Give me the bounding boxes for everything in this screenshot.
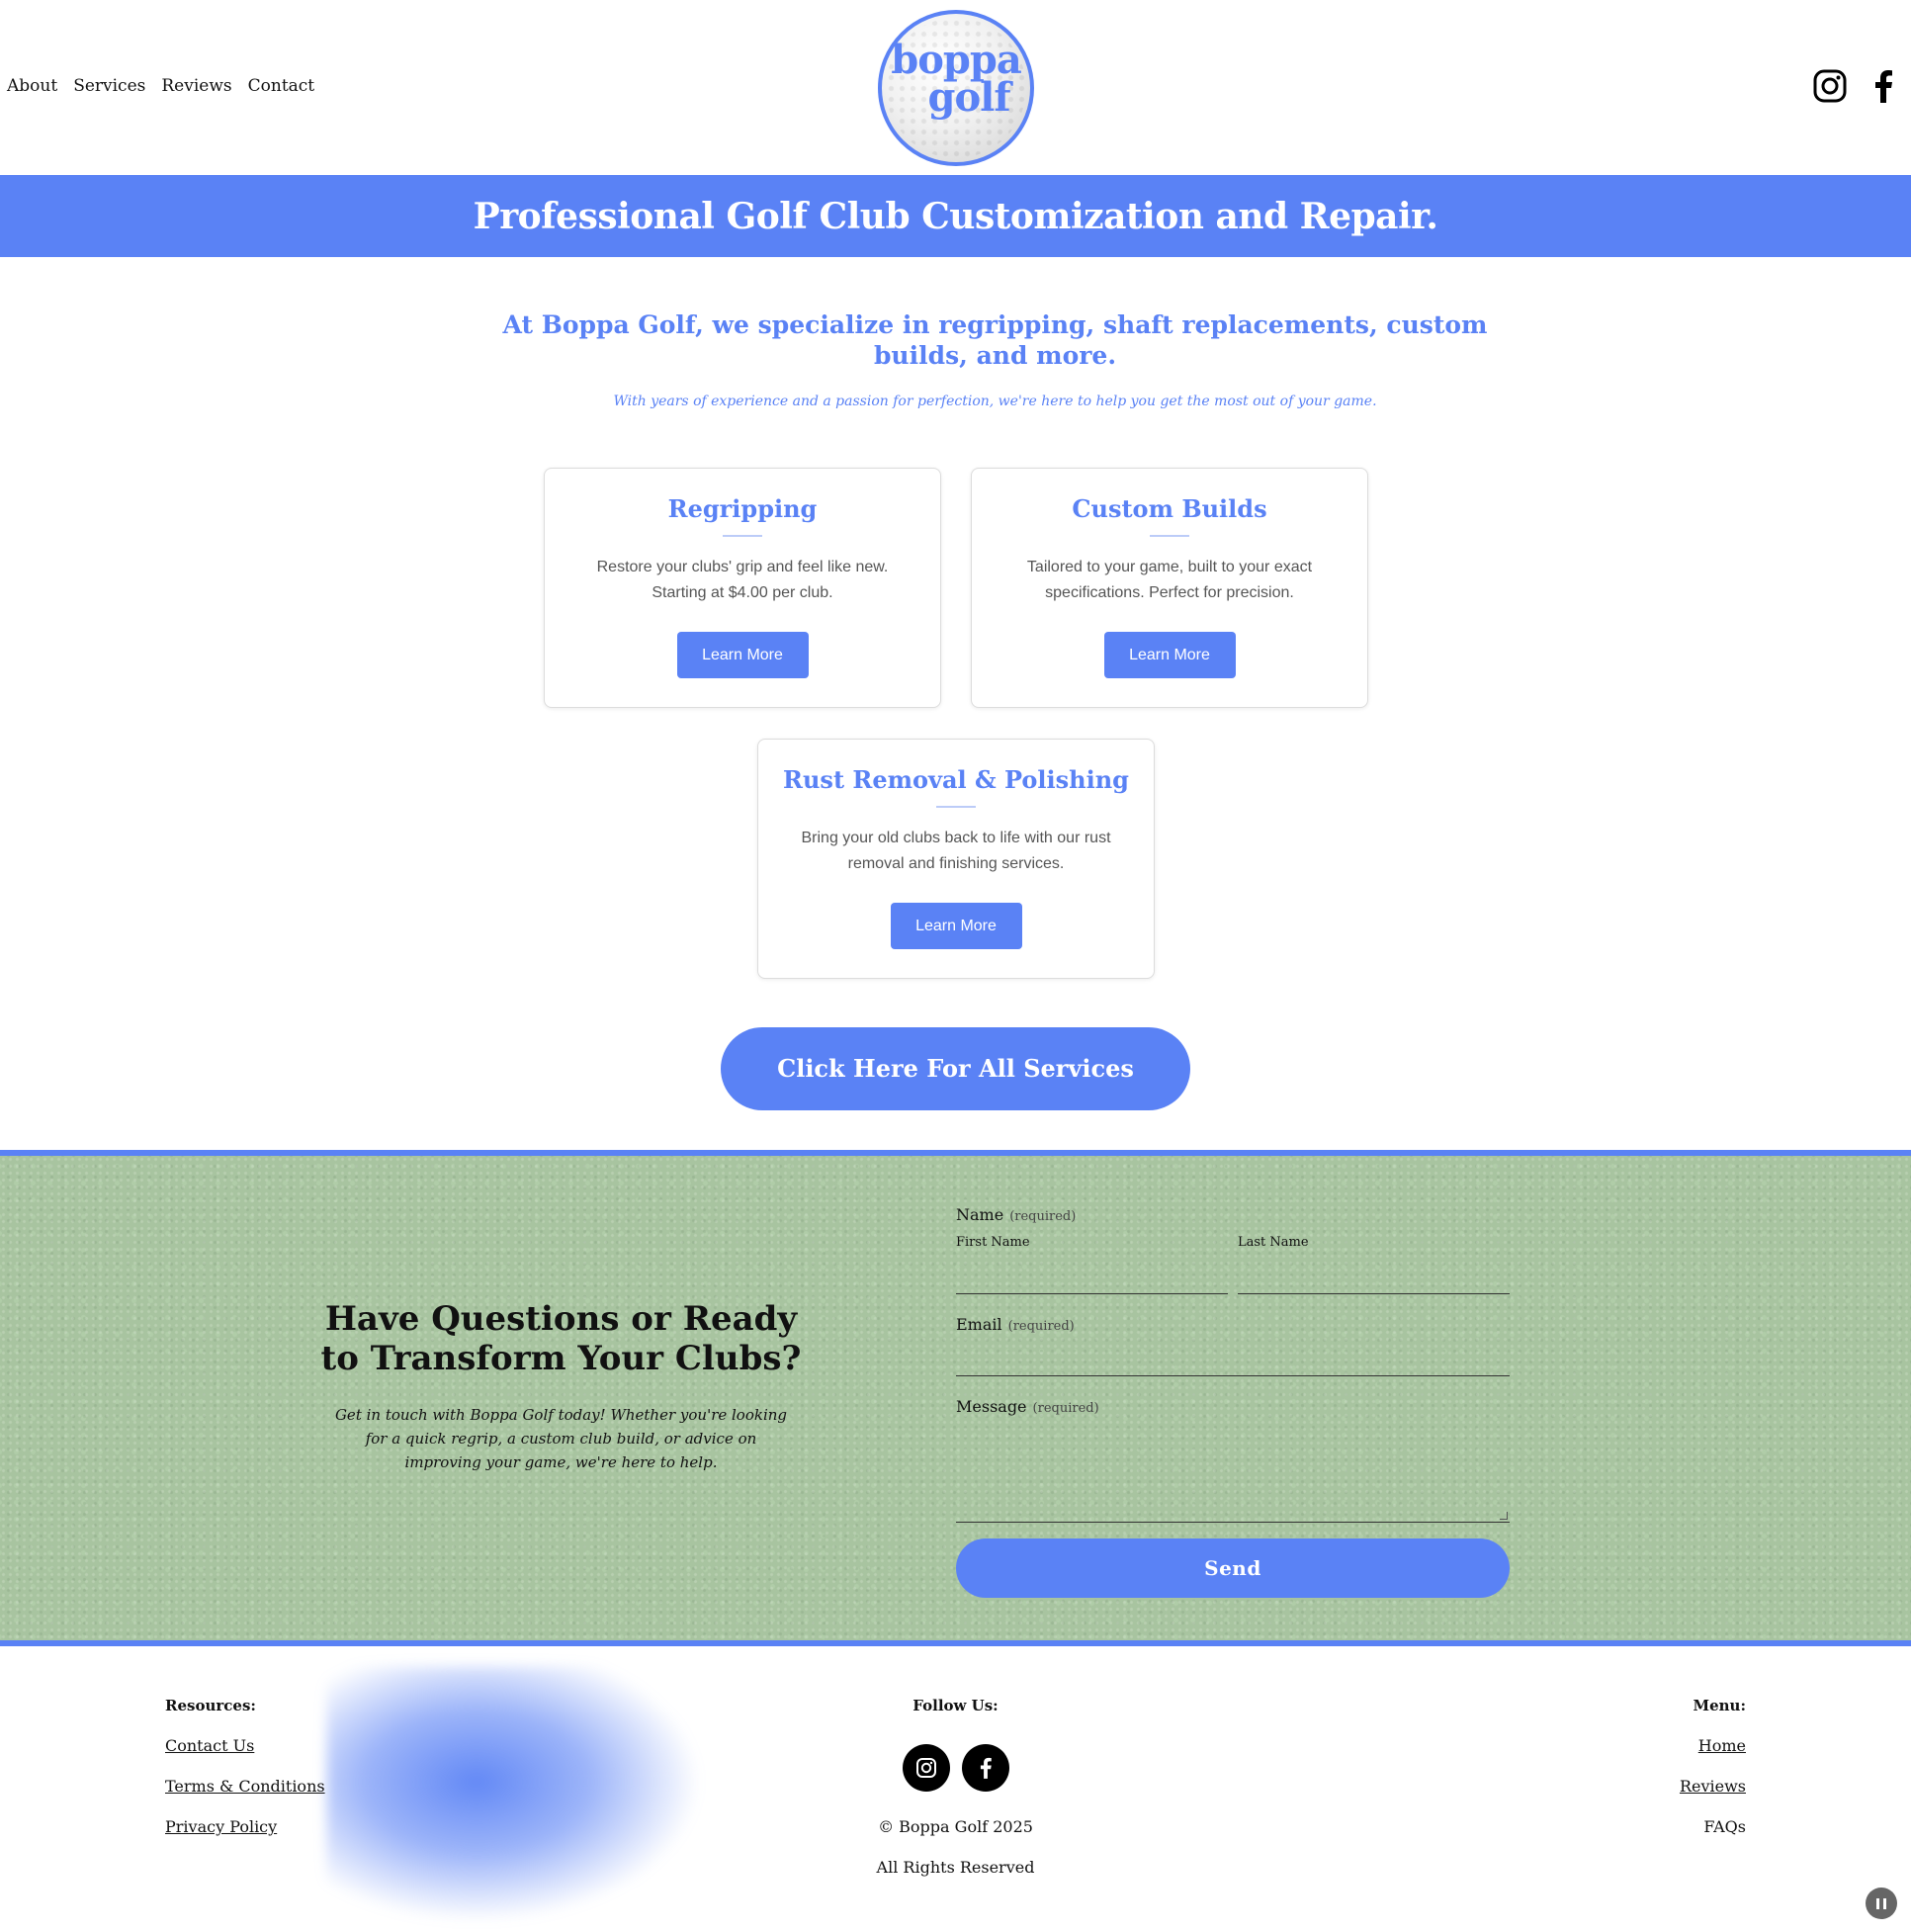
service-description: Bring your old clubs back to life with o… [801,830,1111,872]
name-label-text: Name [956,1205,1004,1224]
menu-heading: Menu: [1693,1697,1747,1714]
footer-link-terms[interactable]: Terms & Conditions [165,1777,325,1796]
logo-wordmark: boppa golf [882,41,1030,121]
service-title: Rust Removal & Polishing [783,765,1129,794]
banner-title: Professional Golf Club Customization and… [473,195,1438,237]
site-header: About Services Reviews Contact boppa gol… [0,0,1911,175]
service-title: Regripping [667,494,818,523]
main-nav: About Services Reviews Contact [7,76,314,96]
required-note: (required) [1032,1401,1099,1416]
title-divider [723,535,762,537]
required-note: (required) [1009,1209,1077,1224]
hero-banner: Professional Golf Club Customization and… [0,175,1911,257]
email-label: Email (required) [956,1315,1075,1334]
learn-more-button[interactable]: Learn More [676,632,809,678]
email-field[interactable] [956,1337,1510,1376]
footer-link-contact-us[interactable]: Contact Us [165,1736,254,1755]
intro-headline: At Boppa Golf, we specialize in regrippi… [502,310,1488,370]
intro-subtext: With years of experience and a passion f… [613,394,1377,409]
boppa-golf-logo[interactable]: boppa golf [878,10,1034,166]
all-services-button[interactable]: Click Here For All Services [721,1027,1190,1110]
copyright-text: © Boppa Golf 2025 [878,1817,1033,1836]
message-label-text: Message [956,1397,1027,1416]
service-description: Tailored to your game, built to your exa… [1026,559,1313,601]
instagram-icon[interactable] [1813,69,1847,103]
nav-item-about[interactable]: About [7,76,57,96]
footer-link-home[interactable]: Home [1698,1736,1746,1755]
name-label: Name (required) [956,1205,1076,1224]
nav-item-reviews[interactable]: Reviews [161,76,231,96]
learn-more-button[interactable]: Learn More [1103,632,1236,678]
service-description: Restore your clubs' grip and feel like n… [596,559,889,601]
instagram-icon[interactable] [903,1744,950,1792]
footer-link-reviews[interactable]: Reviews [1680,1777,1746,1796]
send-button[interactable]: Send [956,1538,1510,1598]
learn-more-button[interactable]: Learn More [890,903,1022,949]
email-label-text: Email [956,1315,1002,1334]
service-card-custom-builds: Custom Builds Tailored to your game, bui… [971,468,1368,708]
service-card-rust-removal: Rust Removal & Polishing Bring your old … [757,739,1155,979]
contact-section: Have Questions or Ready to Transform You… [0,1150,1911,1646]
first-name-field[interactable] [956,1255,1228,1294]
message-field[interactable] [956,1421,1510,1523]
footer-link-faqs[interactable]: FAQs [1703,1817,1746,1836]
service-card-regripping: Regripping Restore your clubs' grip and … [544,468,941,708]
follow-us-heading: Follow Us: [912,1697,999,1714]
nav-item-contact[interactable]: Contact [248,76,315,96]
title-divider [936,806,976,808]
last-name-label: Last Name [1238,1235,1309,1250]
resize-handle[interactable] [1500,1512,1508,1520]
pause-icon[interactable] [1866,1888,1897,1919]
last-name-field[interactable] [1238,1255,1510,1294]
contact-title: Have Questions or Ready to Transform You… [320,1299,802,1378]
title-divider [1150,535,1189,537]
message-label: Message (required) [956,1397,1099,1416]
rights-text: All Rights Reserved [876,1858,1035,1877]
facebook-icon[interactable] [962,1744,1009,1792]
nav-item-services[interactable]: Services [73,76,145,96]
service-title: Custom Builds [1072,494,1267,523]
logo-line-2: golf [927,74,1010,121]
facebook-icon[interactable] [1872,69,1894,103]
required-note: (required) [1007,1319,1075,1334]
contact-text: Get in touch with Boppa Golf today! Whet… [334,1406,788,1471]
first-name-label: First Name [956,1235,1030,1250]
